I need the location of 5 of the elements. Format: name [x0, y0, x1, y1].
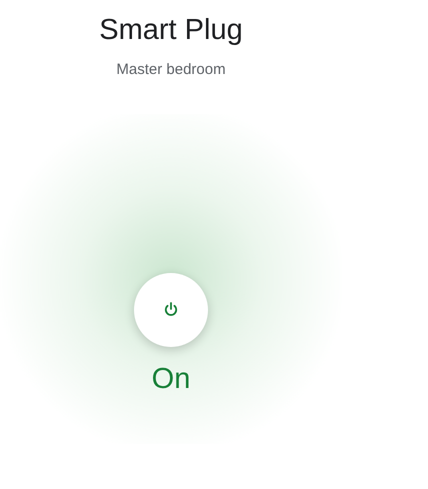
power-icon — [164, 302, 178, 317]
power-button[interactable] — [134, 272, 208, 346]
power-state-label: On — [152, 362, 190, 396]
room-label: Master bedroom — [116, 61, 226, 78]
device-title: Smart Plug — [99, 14, 243, 47]
